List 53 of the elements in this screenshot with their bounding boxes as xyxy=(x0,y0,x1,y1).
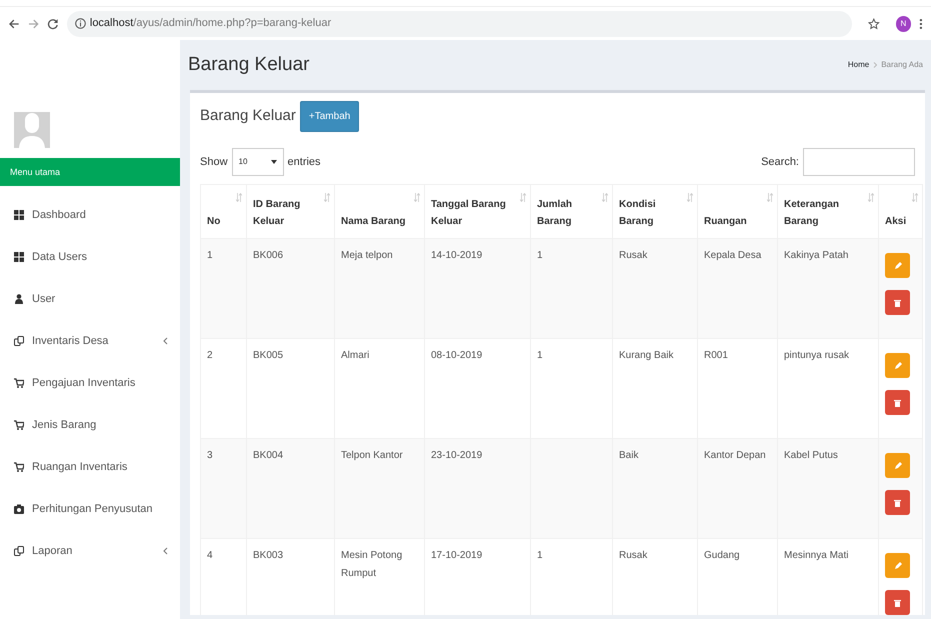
table-cell: Almari xyxy=(341,350,370,361)
sidebar-item[interactable]: Ruangan Inventaris xyxy=(0,446,180,488)
sidebar-item[interactable]: Perhitungan Penyusutan xyxy=(0,488,180,530)
table-cell: 4 xyxy=(207,550,213,561)
table-cell: R001 xyxy=(704,350,728,361)
table-cell: pintunya rusak xyxy=(784,350,850,361)
sidebar-item[interactable]: Dashboard xyxy=(0,194,180,236)
entries-label: entries xyxy=(288,154,321,170)
table-cell: 3 xyxy=(207,450,213,461)
table-cell: 14-10-2019 xyxy=(431,250,482,261)
sidebar-item[interactable]: Pengajuan Inventaris xyxy=(0,362,180,404)
table-cell: 1 xyxy=(537,250,543,261)
table-cell: 1 xyxy=(537,550,543,561)
add-button[interactable]: +Tambah xyxy=(300,101,360,132)
box-title: Barang Keluar xyxy=(200,106,296,126)
show-label: Show xyxy=(200,154,228,170)
table-cell: BK003 xyxy=(253,550,284,561)
table-cell: Kurang Baik xyxy=(619,350,674,361)
table-cell: 23-10-2019 xyxy=(431,450,482,461)
table-cell: 08-10-2019 xyxy=(431,350,482,361)
url-text: localhost/ayus/admin/home.php?p=barang-keluar xyxy=(90,16,332,32)
table-cell: Rusak xyxy=(619,550,648,561)
table-cell: Baik xyxy=(619,450,638,461)
sidebar-item[interactable]: Laporan xyxy=(0,530,180,572)
table-cell: BK005 xyxy=(253,350,284,361)
table-cell: Mesinnya Mati xyxy=(784,550,848,561)
column-header[interactable]: No xyxy=(200,184,246,238)
table-cell: Rusak xyxy=(619,250,648,261)
table-cell: Mesin Potong Rumput xyxy=(341,550,402,579)
search-label: Search: xyxy=(761,154,799,170)
menu-header: Menu utama xyxy=(0,158,180,186)
table-cell: Gudang xyxy=(704,550,740,561)
sidebar-item[interactable]: Jenis Barang xyxy=(0,404,180,446)
entries-select[interactable]: 10 xyxy=(232,148,284,176)
table-cell: Kantor Depan xyxy=(704,450,766,461)
table-cell: Kabel Putus xyxy=(784,450,838,461)
table-cell: 1 xyxy=(537,350,543,361)
table-cell: 1 xyxy=(207,250,213,261)
table-cell: Telpon Kantor xyxy=(341,450,403,461)
table-cell: Kepala Desa xyxy=(704,250,762,261)
table-cell: BK004 xyxy=(253,450,284,461)
table-cell: 17-10-2019 xyxy=(431,550,482,561)
page-title: Barang Keluar xyxy=(188,52,310,77)
sidebar-item[interactable]: User xyxy=(0,278,180,320)
table-cell: BK006 xyxy=(253,250,284,261)
table-cell: 2 xyxy=(207,350,213,361)
sidebar-item[interactable]: Inventaris Desa xyxy=(0,320,180,362)
breadcrumb-link[interactable]: Home xyxy=(848,59,870,71)
table-cell: Meja telpon xyxy=(341,250,393,261)
sidebar-item[interactable]: Data Users xyxy=(0,236,180,278)
table-cell: Kakinya Patah xyxy=(784,250,848,261)
address-bar[interactable]: localhost/ayus/admin/home.php?p=barang-keluar xyxy=(66,10,852,36)
profile-avatar[interactable]: N xyxy=(896,16,912,32)
